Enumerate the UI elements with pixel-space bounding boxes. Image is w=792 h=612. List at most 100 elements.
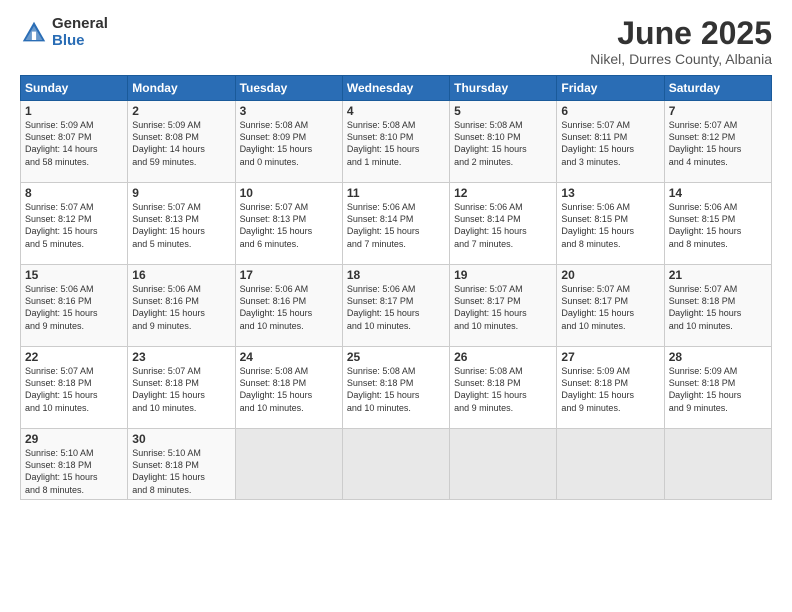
- calendar-table: Sunday Monday Tuesday Wednesday Thursday…: [20, 75, 772, 500]
- subtitle: Nikel, Durres County, Albania: [590, 51, 772, 67]
- day-info: Sunrise: 5:09 AM Sunset: 8:08 PM Dayligh…: [132, 119, 230, 168]
- day-info: Sunrise: 5:08 AM Sunset: 8:18 PM Dayligh…: [347, 365, 445, 414]
- day-number: 6: [561, 104, 659, 118]
- day-number: 16: [132, 268, 230, 282]
- table-row: 24Sunrise: 5:08 AM Sunset: 8:18 PM Dayli…: [235, 347, 342, 429]
- table-row: 1Sunrise: 5:09 AM Sunset: 8:07 PM Daylig…: [21, 101, 128, 183]
- table-row: 23Sunrise: 5:07 AM Sunset: 8:18 PM Dayli…: [128, 347, 235, 429]
- table-row: 18Sunrise: 5:06 AM Sunset: 8:17 PM Dayli…: [342, 265, 449, 347]
- table-row: 4Sunrise: 5:08 AM Sunset: 8:10 PM Daylig…: [342, 101, 449, 183]
- col-wednesday: Wednesday: [342, 76, 449, 101]
- day-number: 13: [561, 186, 659, 200]
- logo-general-label: General: [52, 16, 108, 33]
- table-row: 10Sunrise: 5:07 AM Sunset: 8:13 PM Dayli…: [235, 183, 342, 265]
- day-info: Sunrise: 5:07 AM Sunset: 8:13 PM Dayligh…: [240, 201, 338, 250]
- table-row: 19Sunrise: 5:07 AM Sunset: 8:17 PM Dayli…: [450, 265, 557, 347]
- day-number: 28: [669, 350, 767, 364]
- table-row: 15Sunrise: 5:06 AM Sunset: 8:16 PM Dayli…: [21, 265, 128, 347]
- day-info: Sunrise: 5:06 AM Sunset: 8:16 PM Dayligh…: [25, 283, 123, 332]
- day-number: 8: [25, 186, 123, 200]
- day-info: Sunrise: 5:07 AM Sunset: 8:17 PM Dayligh…: [561, 283, 659, 332]
- day-number: 18: [347, 268, 445, 282]
- day-info: Sunrise: 5:08 AM Sunset: 8:18 PM Dayligh…: [454, 365, 552, 414]
- day-number: 7: [669, 104, 767, 118]
- day-number: 23: [132, 350, 230, 364]
- day-number: 24: [240, 350, 338, 364]
- day-number: 26: [454, 350, 552, 364]
- table-row: [664, 429, 771, 500]
- table-row: 28Sunrise: 5:09 AM Sunset: 8:18 PM Dayli…: [664, 347, 771, 429]
- col-saturday: Saturday: [664, 76, 771, 101]
- day-number: 29: [25, 432, 123, 446]
- day-number: 27: [561, 350, 659, 364]
- day-info: Sunrise: 5:06 AM Sunset: 8:14 PM Dayligh…: [454, 201, 552, 250]
- table-row: 14Sunrise: 5:06 AM Sunset: 8:15 PM Dayli…: [664, 183, 771, 265]
- day-info: Sunrise: 5:09 AM Sunset: 8:18 PM Dayligh…: [561, 365, 659, 414]
- day-number: 1: [25, 104, 123, 118]
- table-row: 20Sunrise: 5:07 AM Sunset: 8:17 PM Dayli…: [557, 265, 664, 347]
- day-info: Sunrise: 5:06 AM Sunset: 8:14 PM Dayligh…: [347, 201, 445, 250]
- day-info: Sunrise: 5:08 AM Sunset: 8:10 PM Dayligh…: [347, 119, 445, 168]
- day-number: 4: [347, 104, 445, 118]
- day-info: Sunrise: 5:08 AM Sunset: 8:09 PM Dayligh…: [240, 119, 338, 168]
- day-info: Sunrise: 5:07 AM Sunset: 8:13 PM Dayligh…: [132, 201, 230, 250]
- table-row: 22Sunrise: 5:07 AM Sunset: 8:18 PM Dayli…: [21, 347, 128, 429]
- day-info: Sunrise: 5:06 AM Sunset: 8:17 PM Dayligh…: [347, 283, 445, 332]
- col-friday: Friday: [557, 76, 664, 101]
- logo-text: General Blue: [52, 16, 108, 49]
- table-row: 13Sunrise: 5:06 AM Sunset: 8:15 PM Dayli…: [557, 183, 664, 265]
- day-number: 21: [669, 268, 767, 282]
- page: General Blue June 2025 Nikel, Durres Cou…: [0, 0, 792, 612]
- day-info: Sunrise: 5:06 AM Sunset: 8:16 PM Dayligh…: [240, 283, 338, 332]
- day-info: Sunrise: 5:07 AM Sunset: 8:11 PM Dayligh…: [561, 119, 659, 168]
- table-row: 29Sunrise: 5:10 AM Sunset: 8:18 PM Dayli…: [21, 429, 128, 500]
- table-row: [450, 429, 557, 500]
- header: General Blue June 2025 Nikel, Durres Cou…: [20, 16, 772, 67]
- day-number: 5: [454, 104, 552, 118]
- day-number: 22: [25, 350, 123, 364]
- day-number: 25: [347, 350, 445, 364]
- table-row: 8Sunrise: 5:07 AM Sunset: 8:12 PM Daylig…: [21, 183, 128, 265]
- logo: General Blue: [20, 16, 108, 49]
- title-block: June 2025 Nikel, Durres County, Albania: [590, 16, 772, 67]
- table-row: 12Sunrise: 5:06 AM Sunset: 8:14 PM Dayli…: [450, 183, 557, 265]
- day-number: 10: [240, 186, 338, 200]
- logo-blue-label: Blue: [52, 33, 108, 50]
- day-number: 11: [347, 186, 445, 200]
- day-info: Sunrise: 5:08 AM Sunset: 8:10 PM Dayligh…: [454, 119, 552, 168]
- day-number: 15: [25, 268, 123, 282]
- day-info: Sunrise: 5:07 AM Sunset: 8:18 PM Dayligh…: [669, 283, 767, 332]
- day-number: 14: [669, 186, 767, 200]
- table-row: 21Sunrise: 5:07 AM Sunset: 8:18 PM Dayli…: [664, 265, 771, 347]
- table-row: 3Sunrise: 5:08 AM Sunset: 8:09 PM Daylig…: [235, 101, 342, 183]
- day-number: 9: [132, 186, 230, 200]
- table-row: 27Sunrise: 5:09 AM Sunset: 8:18 PM Dayli…: [557, 347, 664, 429]
- day-info: Sunrise: 5:10 AM Sunset: 8:18 PM Dayligh…: [132, 447, 230, 496]
- table-row: 30Sunrise: 5:10 AM Sunset: 8:18 PM Dayli…: [128, 429, 235, 500]
- day-info: Sunrise: 5:07 AM Sunset: 8:18 PM Dayligh…: [132, 365, 230, 414]
- day-info: Sunrise: 5:07 AM Sunset: 8:17 PM Dayligh…: [454, 283, 552, 332]
- table-row: 17Sunrise: 5:06 AM Sunset: 8:16 PM Dayli…: [235, 265, 342, 347]
- day-info: Sunrise: 5:07 AM Sunset: 8:12 PM Dayligh…: [669, 119, 767, 168]
- day-info: Sunrise: 5:10 AM Sunset: 8:18 PM Dayligh…: [25, 447, 123, 496]
- table-row: 5Sunrise: 5:08 AM Sunset: 8:10 PM Daylig…: [450, 101, 557, 183]
- col-tuesday: Tuesday: [235, 76, 342, 101]
- logo-icon: [20, 19, 48, 47]
- day-info: Sunrise: 5:06 AM Sunset: 8:16 PM Dayligh…: [132, 283, 230, 332]
- day-number: 17: [240, 268, 338, 282]
- col-monday: Monday: [128, 76, 235, 101]
- table-row: 11Sunrise: 5:06 AM Sunset: 8:14 PM Dayli…: [342, 183, 449, 265]
- table-row: [557, 429, 664, 500]
- table-row: 7Sunrise: 5:07 AM Sunset: 8:12 PM Daylig…: [664, 101, 771, 183]
- table-row: 2Sunrise: 5:09 AM Sunset: 8:08 PM Daylig…: [128, 101, 235, 183]
- day-info: Sunrise: 5:09 AM Sunset: 8:07 PM Dayligh…: [25, 119, 123, 168]
- day-number: 12: [454, 186, 552, 200]
- day-info: Sunrise: 5:07 AM Sunset: 8:12 PM Dayligh…: [25, 201, 123, 250]
- day-number: 30: [132, 432, 230, 446]
- day-number: 19: [454, 268, 552, 282]
- col-thursday: Thursday: [450, 76, 557, 101]
- table-row: 6Sunrise: 5:07 AM Sunset: 8:11 PM Daylig…: [557, 101, 664, 183]
- day-number: 2: [132, 104, 230, 118]
- table-row: [342, 429, 449, 500]
- table-row: 25Sunrise: 5:08 AM Sunset: 8:18 PM Dayli…: [342, 347, 449, 429]
